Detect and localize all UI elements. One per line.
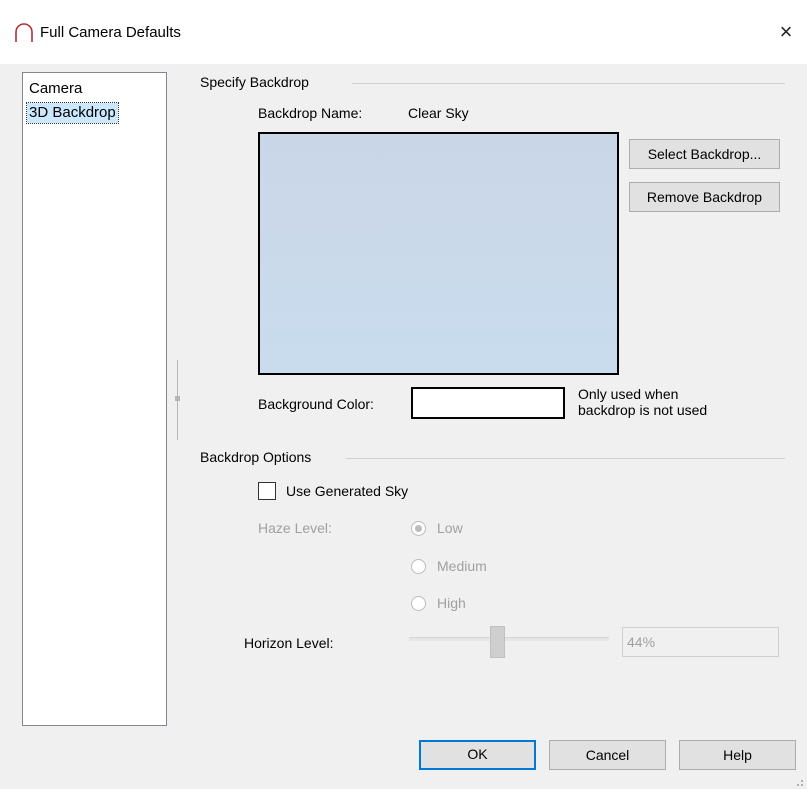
- haze-high-label[interactable]: High: [437, 595, 466, 611]
- window-title: Full Camera Defaults: [40, 24, 181, 41]
- close-icon[interactable]: ×: [772, 18, 800, 46]
- haze-high-radio[interactable]: [411, 596, 426, 611]
- nav-item-3d-backdrop[interactable]: 3D Backdrop: [26, 102, 119, 124]
- haze-level-label: Haze Level:: [258, 520, 332, 536]
- resize-grip-icon[interactable]: [792, 775, 804, 787]
- cancel-button[interactable]: Cancel: [549, 740, 666, 770]
- help-button[interactable]: Help: [679, 740, 796, 770]
- haze-medium-radio[interactable]: [411, 559, 426, 574]
- horizon-slider-track[interactable]: [409, 637, 609, 641]
- haze-medium-label[interactable]: Medium: [437, 558, 487, 574]
- ok-button[interactable]: OK: [419, 740, 536, 770]
- use-generated-sky-checkbox[interactable]: [258, 482, 276, 500]
- haze-low-radio[interactable]: [411, 521, 426, 536]
- note-line-2: backdrop is not used: [578, 402, 708, 418]
- note-line-1: Only used when: [578, 386, 679, 402]
- backdrop-preview: [258, 132, 619, 375]
- horizon-slider-thumb[interactable]: [490, 626, 505, 658]
- background-color-swatch[interactable]: [411, 387, 565, 419]
- backdrop-name-label: Backdrop Name:: [258, 105, 363, 121]
- category-list[interactable]: Camera 3D Backdrop: [22, 72, 167, 726]
- group-divider: [346, 458, 785, 459]
- backdrop-options-group-label: Backdrop Options: [200, 449, 312, 465]
- arch-icon: [15, 23, 33, 42]
- use-generated-sky-label[interactable]: Use Generated Sky: [286, 483, 408, 499]
- specify-backdrop-group-label: Specify Backdrop: [200, 74, 309, 90]
- select-backdrop-button[interactable]: Select Backdrop...: [629, 139, 780, 169]
- group-divider: [352, 83, 785, 84]
- panel-splitter[interactable]: [175, 360, 180, 440]
- horizon-level-label: Horizon Level:: [244, 635, 334, 651]
- background-color-note: Only used when backdrop is not used: [578, 386, 707, 418]
- haze-low-label[interactable]: Low: [437, 520, 463, 536]
- backdrop-name-value: Clear Sky: [408, 105, 469, 121]
- nav-item-camera[interactable]: Camera: [27, 79, 84, 99]
- remove-backdrop-button[interactable]: Remove Backdrop: [629, 182, 780, 212]
- background-color-label: Background Color:: [258, 396, 374, 412]
- horizon-level-field[interactable]: 44%: [622, 627, 779, 657]
